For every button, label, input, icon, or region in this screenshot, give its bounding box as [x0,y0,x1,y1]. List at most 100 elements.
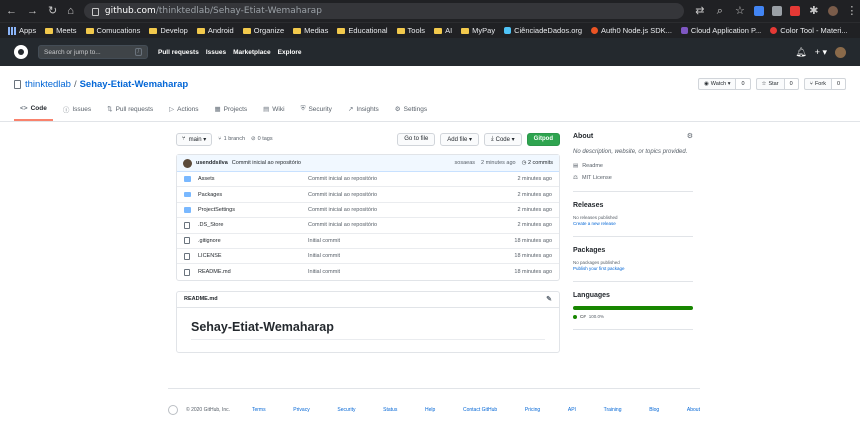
bookmark-folder[interactable]: Educational [337,26,388,35]
profile-avatar[interactable] [827,6,838,16]
nav-issues[interactable]: Issues [206,49,226,56]
bookmark-folder[interactable]: Organize [242,26,284,35]
footer-link-terms[interactable]: Terms [252,407,266,413]
file-name[interactable]: ProjectSettings [198,207,308,213]
footer-link-pricing[interactable]: Pricing [525,407,540,413]
menu-icon[interactable]: ⋮ [846,0,858,22]
releases-title[interactable]: Releases [573,202,693,209]
commits-link[interactable]: ◷ 2 commits [522,160,553,166]
commit-message[interactable]: Commit inicial ao repositório [232,160,301,166]
language-item[interactable]: C# 100.0% [573,314,693,319]
watch-count[interactable]: 0 [736,78,751,90]
nav-pull-requests[interactable]: Pull requests [158,49,199,56]
github-logo-icon[interactable] [168,405,178,415]
file-commit-message[interactable]: Initial commit [308,269,514,275]
bookmark-folder[interactable]: AI [434,26,452,35]
tab-wiki[interactable]: ▤ Wiki [257,100,290,121]
nav-marketplace[interactable]: Marketplace [233,49,271,56]
gear-icon[interactable]: ⚙ [687,132,693,140]
bookmark-link[interactable]: CiênciadeDados.org [504,26,582,35]
footer-link-about[interactable]: About [687,407,700,413]
file-name[interactable]: .gitignore [198,238,308,244]
repo-owner-link[interactable]: thinktedlab [25,79,71,90]
star-button[interactable]: ☆ Star [755,78,785,90]
zoom-icon[interactable]: ⌕ [714,0,726,22]
tab-projects[interactable]: ▦ Projects [209,100,254,121]
star-count[interactable]: 0 [784,78,799,90]
home-icon[interactable]: ⌂ [67,0,74,22]
file-name[interactable]: README.md [198,269,308,275]
create-new-button[interactable]: + ▾ [815,47,827,58]
packages-title[interactable]: Packages [573,247,693,254]
extension-icon[interactable] [771,6,782,16]
go-to-file-button[interactable]: Go to file [397,132,436,146]
table-row[interactable]: Packages Commit inicial ao repositório 2… [177,187,559,203]
file-commit-message[interactable]: Commit inicial ao repositório [308,222,517,228]
avatar[interactable] [183,158,192,168]
footer-link-contact[interactable]: Contact GitHub [463,407,497,413]
github-logo-icon[interactable] [14,45,28,59]
bookmark-folder[interactable]: MyPay [461,26,495,35]
bookmark-link[interactable]: Cloud Application P... [680,26,761,35]
footer-link-status[interactable]: Status [383,407,397,413]
tab-security[interactable]: ⛨ Security [295,100,338,121]
code-button[interactable]: ⤓ Code ▾ [483,132,522,146]
bookmark-folder[interactable]: Comucations [85,26,140,35]
back-icon[interactable]: ← [6,0,17,22]
tab-issues[interactable]: ⓘ Issues [57,100,97,121]
extension-icon[interactable] [753,6,764,16]
pencil-icon[interactable]: ✎ [546,295,552,303]
bookmark-star-icon[interactable]: ☆ [734,0,746,22]
tab-pull-requests[interactable]: ⇅ Pull requests [101,100,159,121]
file-name[interactable]: Assets [198,176,308,182]
file-name[interactable]: Packages [198,192,308,198]
file-name[interactable]: .DS_Store [198,222,308,228]
table-row[interactable]: Assets Commit inicial ao repositório 2 m… [177,172,559,188]
footer-link-blog[interactable]: Blog [649,407,659,413]
bell-icon[interactable]: 🔔︎ [795,47,806,58]
footer-link-privacy[interactable]: Privacy [293,407,309,413]
file-commit-message[interactable]: Commit inicial ao repositório [308,176,517,182]
file-commit-message[interactable]: Initial commit [308,253,514,259]
forward-icon[interactable]: → [27,0,38,22]
address-bar[interactable]: github.com/thinktedlab/Sehay-Etiat-Wemah… [83,3,684,19]
table-row[interactable]: LICENSE Initial commit 18 minutes ago [177,249,559,265]
file-commit-message[interactable]: Commit inicial ao repositório [308,207,517,213]
commit-hash[interactable]: sosaeas [455,160,476,166]
nav-explore[interactable]: Explore [278,49,302,56]
extension-icon[interactable] [789,6,800,16]
file-commit-message[interactable]: Commit inicial ao repositório [308,192,517,198]
table-row[interactable]: README.md Initial commit 18 minutes ago [177,264,559,279]
user-avatar[interactable] [835,46,846,58]
bookmark-folder[interactable]: Develop [149,26,188,35]
footer-link-api[interactable]: API [568,407,576,413]
bookmark-folder[interactable]: Android [196,26,234,35]
bookmark-link[interactable]: Color Tool - Materi... [770,26,848,35]
footer-link-security[interactable]: Security [337,407,355,413]
table-row[interactable]: .gitignore Initial commit 18 minutes ago [177,234,559,249]
gitpod-button[interactable]: Gitpod [526,132,560,146]
repo-name-link[interactable]: Sehay-Etiat-Wemaharap [80,79,189,90]
license-link[interactable]: ⚖ MIT License [573,175,693,181]
file-name[interactable]: LICENSE [198,253,308,259]
bookmark-folder[interactable]: Medias [293,26,328,35]
fork-count[interactable]: 0 [831,78,846,90]
file-commit-message[interactable]: Initial commit [308,238,514,244]
tab-code[interactable]: <> Code [14,100,53,121]
tab-insights[interactable]: ↗ Insights [342,100,385,121]
branches-link[interactable]: ⑂ 1 branch [218,136,245,142]
publish-package-link[interactable]: Publish your first package [573,266,693,271]
translate-icon[interactable]: ⇄ [694,0,706,22]
tab-actions[interactable]: ▷ Actions [163,100,204,121]
table-row[interactable]: ProjectSettings Commit inicial ao reposi… [177,203,559,219]
create-release-link[interactable]: Create a new release [573,221,693,226]
search-input[interactable]: Search or jump to... / [38,45,148,59]
add-file-button[interactable]: Add file ▾ [440,132,479,146]
bookmark-link[interactable]: Auth0 Node.js SDK... [591,26,672,35]
footer-link-help[interactable]: Help [425,407,435,413]
bookmark-folder[interactable]: Tools [396,26,425,35]
table-row[interactable]: .DS_Store Commit inicial ao repositório … [177,218,559,234]
branch-select[interactable]: ⑂ main ▾ [176,132,213,146]
tab-settings[interactable]: ⚙ Settings [389,100,433,121]
watch-button[interactable]: ◉ Watch ▾ [697,78,737,90]
